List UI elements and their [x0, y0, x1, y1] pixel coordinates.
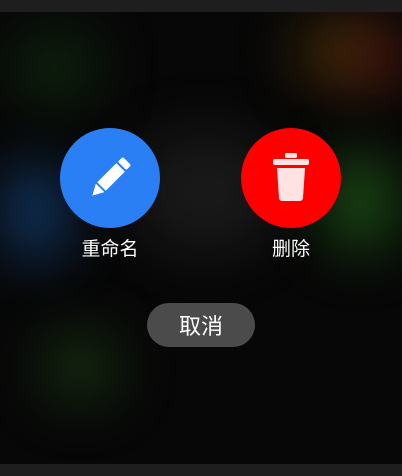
cancel-button[interactable]: 取消: [147, 303, 255, 347]
delete-button[interactable]: [241, 128, 341, 228]
blur-blob: [40, 332, 120, 402]
blur-blob: [10, 32, 100, 102]
trash-icon: [273, 153, 309, 201]
rename-action[interactable]: 重命名: [60, 128, 160, 260]
rename-button[interactable]: [60, 128, 160, 228]
pencil-icon: [92, 157, 131, 196]
bottom-strip: [0, 464, 402, 476]
top-status-strip: [0, 0, 402, 12]
rename-label: 重命名: [81, 238, 139, 260]
delete-label: 删除: [271, 238, 310, 260]
delete-action[interactable]: 删除: [241, 128, 341, 260]
blur-blob: [350, 22, 402, 92]
action-sheet-screen: 重命名 删除 取消: [0, 0, 402, 476]
